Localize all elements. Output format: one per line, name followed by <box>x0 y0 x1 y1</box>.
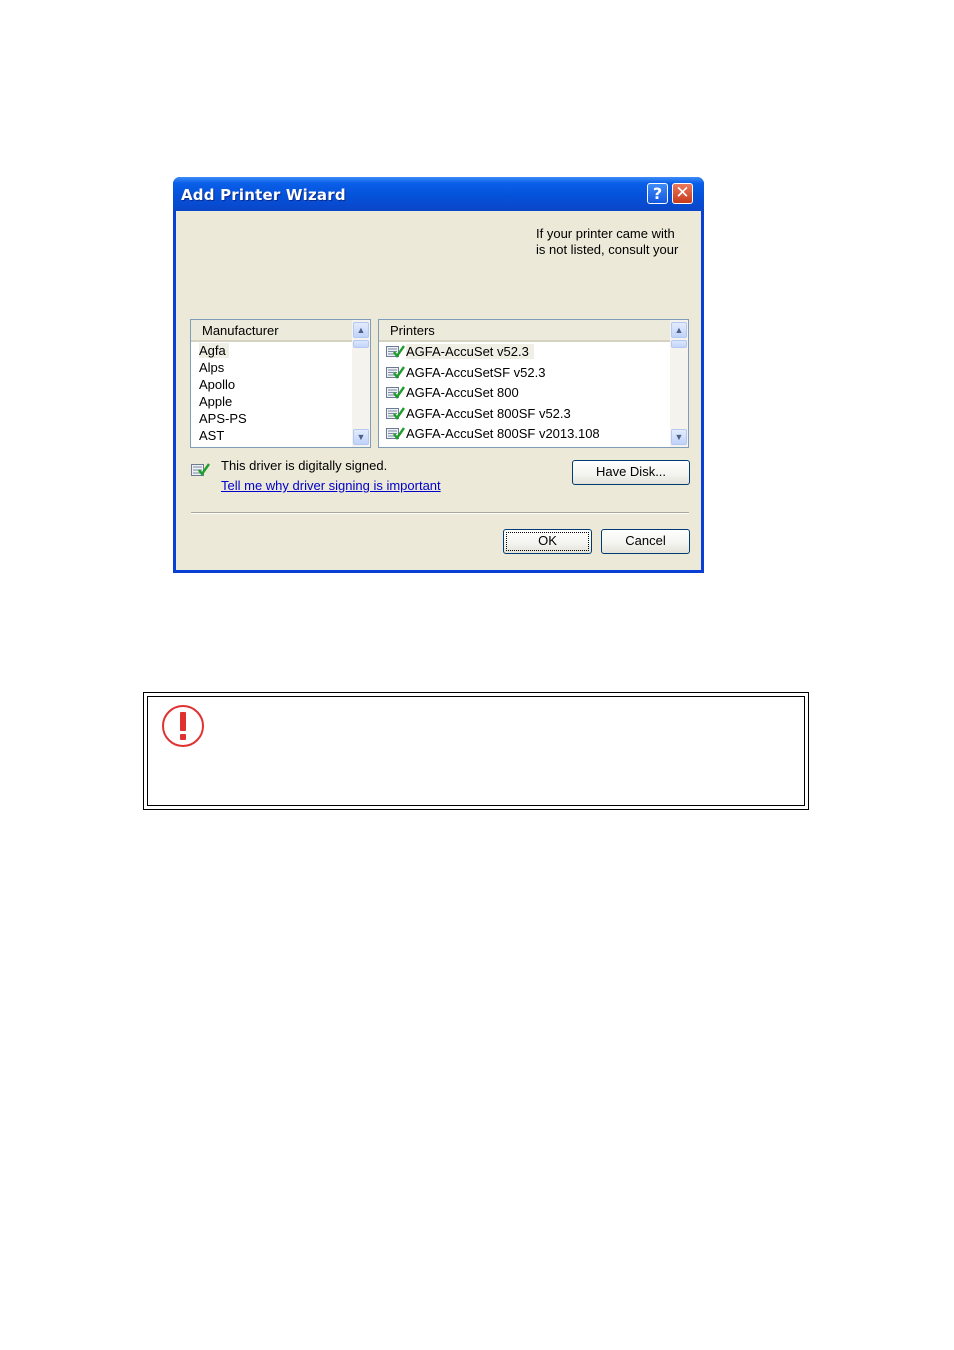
printers-scrollbar[interactable]: ▲ ▼ <box>670 320 688 447</box>
focus-rect <box>506 532 589 551</box>
have-disk-label: Have Disk... <box>595 464 667 479</box>
scroll-up-icon[interactable]: ▲ <box>671 322 687 338</box>
scroll-down-icon[interactable]: ▼ <box>353 429 369 445</box>
manufacturer-item[interactable]: Apollo <box>191 376 352 393</box>
scroll-thumb[interactable] <box>353 340 369 348</box>
divider <box>191 512 689 514</box>
close-button[interactable]: ✕ <box>672 183 693 204</box>
have-disk-button[interactable]: Have Disk... <box>572 460 690 485</box>
driver-signed-text: This driver is digitally signed. <box>221 458 388 473</box>
printer-item[interactable]: AGFA-AccuSetSF v52.3 <box>379 363 670 384</box>
printer-name: AGFA-AccuSet v52.3 <box>406 344 534 359</box>
signed-driver-icon <box>386 427 405 441</box>
signed-driver-icon <box>386 365 405 379</box>
printer-item[interactable]: AGFA-AccuSet 800 <box>379 383 670 404</box>
intro-line: is not listed, consult your <box>536 242 679 257</box>
scroll-down-icon[interactable]: ▼ <box>671 429 687 445</box>
help-button[interactable]: ? <box>647 183 668 204</box>
printer-name: AGFA-AccuSet 800SF v52.3 <box>406 405 571 421</box>
caution-icon <box>162 705 204 747</box>
intro-text: If your printer came with is not listed,… <box>536 226 678 258</box>
printers-list[interactable]: Printers AGFA-AccuSet v52.3 AGFA-AccuSet… <box>378 319 689 448</box>
dialog-body: If your printer came with is not listed,… <box>176 211 701 570</box>
manufacturer-item[interactable]: AST <box>191 427 352 444</box>
printer-name: AGFA-AccuSetSF v52.3 <box>406 364 546 380</box>
manufacturer-list[interactable]: Manufacturer Agfa Alps Apollo Apple APS-… <box>190 319 371 448</box>
signed-driver-icon <box>386 345 405 359</box>
scroll-up-icon[interactable]: ▲ <box>353 322 369 338</box>
cancel-button[interactable]: Cancel <box>601 529 690 554</box>
dialog-title: Add Printer Wizard <box>181 186 346 204</box>
ok-button[interactable]: OK <box>503 529 592 554</box>
signed-driver-icon <box>386 406 405 420</box>
driver-signing-link[interactable]: Tell me why driver signing is important <box>221 478 441 493</box>
title-bar[interactable]: Add Printer Wizard ? ✕ <box>173 177 704 211</box>
intro-line: If your printer came with <box>536 226 675 241</box>
signed-driver-icon <box>386 386 405 400</box>
scroll-thumb[interactable] <box>671 340 687 348</box>
manufacturer-scrollbar[interactable]: ▲ ▼ <box>352 320 370 447</box>
cancel-label: Cancel <box>625 533 666 548</box>
manufacturer-item[interactable]: Agfa <box>191 342 352 359</box>
manufacturer-item[interactable]: Alps <box>191 359 352 376</box>
manufacturer-column-header[interactable]: Manufacturer <box>191 320 352 342</box>
add-printer-wizard-dialog: Add Printer Wizard ? ✕ If your printer c… <box>173 177 704 573</box>
caution-note-box <box>143 692 809 810</box>
printer-name: AGFA-AccuSet 800 <box>406 385 519 400</box>
caution-note-inner <box>147 696 805 806</box>
signed-driver-icon <box>191 463 210 477</box>
manufacturer-item[interactable]: Apple <box>191 393 352 410</box>
printer-item[interactable]: AGFA-AccuSet v52.3 <box>379 342 670 363</box>
printer-item[interactable]: AGFA-AccuSet 800SF v2013.108 <box>379 424 670 445</box>
manufacturer-items: Agfa Alps Apollo Apple APS-PS AST <box>191 342 352 447</box>
printers-column-header[interactable]: Printers <box>379 320 670 342</box>
printer-items: AGFA-AccuSet v52.3 AGFA-AccuSetSF v52.3 <box>379 342 670 447</box>
printer-item[interactable]: AGFA-AccuSet 800SF v52.3 <box>379 404 670 425</box>
manufacturer-item[interactable]: APS-PS <box>191 410 352 427</box>
printer-name: AGFA-AccuSet 800SF v2013.108 <box>406 426 600 441</box>
